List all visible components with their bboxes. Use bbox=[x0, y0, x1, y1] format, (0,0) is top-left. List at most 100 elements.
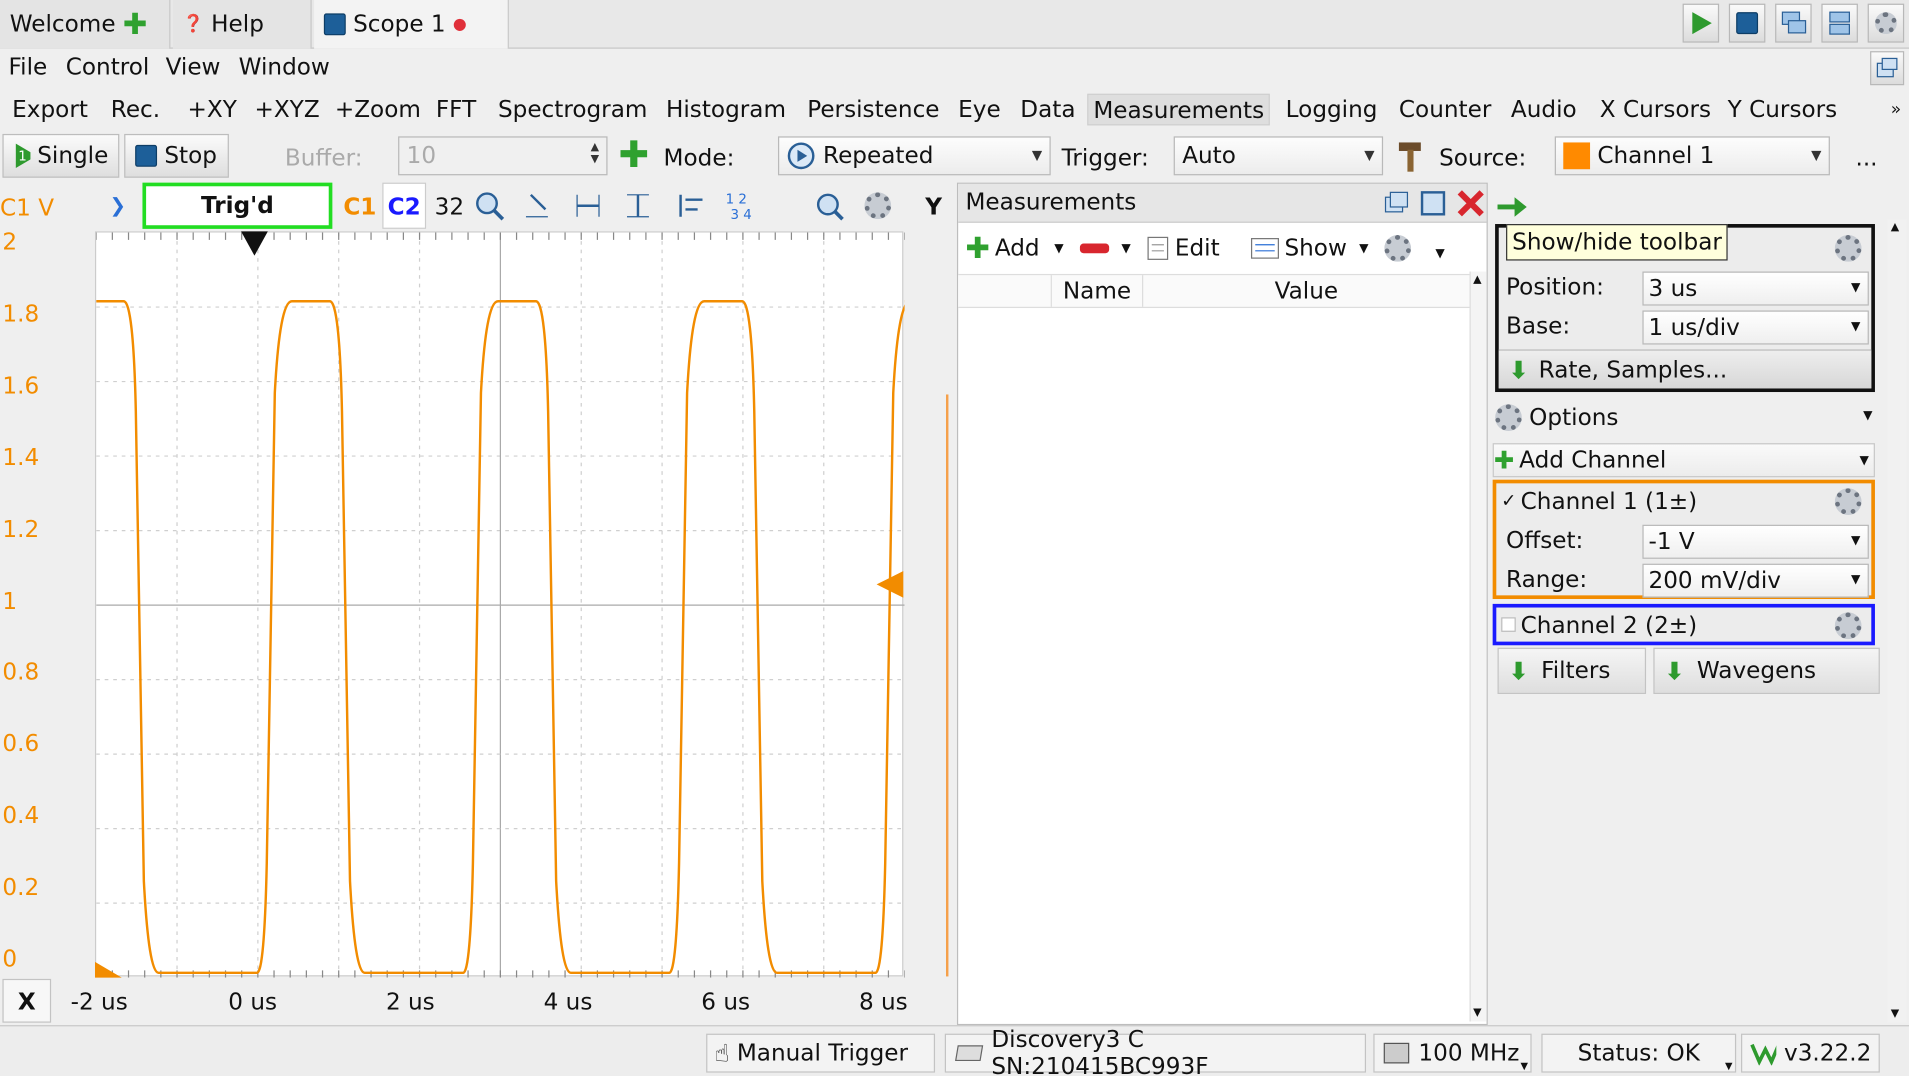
column-name[interactable]: Name bbox=[1050, 275, 1144, 307]
settings-scroll-down-icon[interactable]: ▼ bbox=[1891, 1008, 1899, 1020]
measurements-gear-icon[interactable] bbox=[1384, 234, 1412, 262]
inst-fft[interactable]: FFT bbox=[431, 94, 481, 126]
wavegens-button[interactable]: ⬇ Wavegens bbox=[1653, 647, 1880, 694]
inst-xy[interactable]: +XY bbox=[183, 94, 242, 126]
inst-zoom[interactable]: +Zoom bbox=[330, 94, 426, 126]
inst-x-cursors[interactable]: X Cursors bbox=[1595, 94, 1716, 126]
offset-field[interactable]: -1 V ▼ bbox=[1642, 524, 1869, 559]
tab-welcome[interactable]: Welcome ✚ bbox=[0, 0, 171, 49]
inst-xyz[interactable]: +XYZ bbox=[250, 94, 325, 126]
trigger-position-marker[interactable] bbox=[239, 229, 271, 258]
cascade-windows-icon[interactable] bbox=[1775, 3, 1812, 43]
scope-plot[interactable] bbox=[94, 231, 911, 978]
base-field[interactable]: 1 us/div ▼ bbox=[1642, 310, 1869, 345]
channel1-checkbox[interactable]: ✓ bbox=[1501, 489, 1516, 511]
tab-help[interactable]: ❓ Help bbox=[172, 0, 312, 49]
inst-y-cursors[interactable]: Y Cursors bbox=[1723, 94, 1842, 126]
settings-scroll-up-icon[interactable]: ▲ bbox=[1891, 222, 1899, 234]
base-value: 1 us/div bbox=[1648, 314, 1740, 341]
version-info[interactable]: v3.22.2 bbox=[1741, 1033, 1880, 1073]
inst-audio[interactable]: Audio bbox=[1506, 94, 1582, 126]
offset-value: -1 V bbox=[1648, 528, 1695, 556]
add-tab-icon[interactable]: ✚ bbox=[123, 10, 147, 39]
expand-arrow-icon[interactable]: ❯ bbox=[110, 194, 126, 217]
show-hide-toolbar-icon[interactable] bbox=[1493, 192, 1530, 221]
menu-view[interactable]: View bbox=[166, 54, 221, 81]
remove-measurement-button[interactable]: ▼ bbox=[1079, 230, 1131, 267]
c1-toggle[interactable]: C1 bbox=[343, 194, 376, 221]
channel1-offset-marker[interactable] bbox=[94, 961, 124, 979]
run-icon[interactable] bbox=[1682, 3, 1720, 43]
column-value[interactable]: Value bbox=[1143, 275, 1469, 307]
maximize-icon[interactable] bbox=[1418, 189, 1447, 218]
more-options[interactable]: ... bbox=[1855, 145, 1877, 172]
device-info[interactable]: Discovery3 C SN:210415BC993F bbox=[944, 1026, 1367, 1076]
options-section[interactable]: Options ▼ bbox=[1495, 399, 1877, 436]
add-channel-button[interactable]: ✚ Add Channel ▼ bbox=[1492, 443, 1875, 478]
inst-measurements[interactable]: Measurements bbox=[1087, 93, 1271, 126]
trigger-level-marker[interactable] bbox=[874, 569, 904, 601]
settings-scrollbar[interactable]: ▲ ▼ bbox=[1887, 219, 1907, 1023]
settings-gear-icon[interactable] bbox=[1867, 3, 1905, 43]
tile-windows-icon[interactable] bbox=[1821, 3, 1858, 43]
channel2-gear-icon[interactable] bbox=[1834, 612, 1862, 640]
inst-spectrogram[interactable]: Spectrogram bbox=[493, 94, 652, 126]
zoom-magnifier-icon[interactable] bbox=[474, 190, 506, 222]
range-field[interactable]: 200 mV/div ▼ bbox=[1642, 563, 1869, 598]
inst-counter[interactable]: Counter bbox=[1394, 94, 1496, 126]
inst-eye[interactable]: Eye bbox=[953, 94, 1005, 126]
zoom-fit-icon[interactable] bbox=[813, 190, 845, 222]
restore-window-icon[interactable] bbox=[1870, 51, 1905, 86]
menu-control[interactable]: Control bbox=[66, 54, 150, 81]
inst-data[interactable]: Data bbox=[1015, 94, 1080, 126]
vertical-span-icon[interactable] bbox=[622, 190, 654, 222]
base-dropdown-icon: ▼ bbox=[1850, 320, 1861, 334]
timebase-gear-icon[interactable] bbox=[1834, 234, 1862, 262]
channel-grid-icon[interactable]: 1 23 4 bbox=[723, 190, 760, 222]
inst-persistence[interactable]: Persistence bbox=[802, 94, 944, 126]
hammer-icon[interactable] bbox=[1395, 139, 1424, 173]
channel2-checkbox[interactable] bbox=[1501, 617, 1516, 632]
inst-rec[interactable]: Rec. bbox=[106, 94, 165, 126]
inst-histogram[interactable]: Histogram bbox=[661, 94, 791, 126]
c2-toggle[interactable]: C2 bbox=[382, 182, 427, 229]
channel1-color-swatch bbox=[1563, 142, 1591, 170]
mode-select[interactable]: Repeated ▼ bbox=[777, 136, 1051, 176]
channel1-gear-icon[interactable] bbox=[1834, 488, 1862, 516]
edit-measurement-button[interactable]: Edit bbox=[1146, 230, 1220, 267]
close-panel-icon[interactable] bbox=[1455, 187, 1487, 219]
menu-window[interactable]: Window bbox=[239, 54, 330, 81]
float-window-icon[interactable] bbox=[1382, 189, 1411, 218]
align-left-icon[interactable] bbox=[676, 190, 708, 222]
scroll-down-icon[interactable]: ▼ bbox=[1473, 1007, 1481, 1019]
horizontal-span-icon[interactable] bbox=[572, 190, 604, 222]
gear-dropdown-icon[interactable]: ▼ bbox=[1435, 247, 1444, 260]
add-measurement-button[interactable]: ✚ Add ▼ bbox=[965, 230, 1063, 267]
measurements-scrollbar[interactable]: ▲ ▼ bbox=[1469, 271, 1487, 1022]
x-axis-button[interactable]: X bbox=[2, 978, 52, 1023]
position-field[interactable]: 3 us ▼ bbox=[1642, 271, 1869, 306]
menu-file[interactable]: File bbox=[9, 54, 48, 81]
rate-samples-button[interactable]: ⬇ Rate, Samples... bbox=[1498, 349, 1872, 389]
single-button[interactable]: 1 Single bbox=[2, 133, 120, 178]
filters-button[interactable]: ⬇ Filters bbox=[1497, 647, 1647, 694]
tab-scope[interactable]: Scope 1 ● bbox=[314, 0, 509, 49]
frequency-info[interactable]: 100 MHz ▼ bbox=[1373, 1033, 1532, 1073]
status-ok[interactable]: Status: OK ▼ bbox=[1541, 1033, 1737, 1073]
source-label: Source: bbox=[1439, 144, 1527, 172]
show-measurement-button[interactable]: Show ▼ bbox=[1250, 230, 1368, 267]
cursor-select-icon[interactable] bbox=[521, 190, 553, 222]
y-axis-button[interactable]: Y bbox=[925, 194, 942, 221]
manual-trigger-button[interactable]: ☝ Manual Trigger bbox=[706, 1033, 936, 1073]
overflow-chevron-icon[interactable]: » bbox=[1886, 94, 1906, 126]
trigger-select[interactable]: Auto ▼ bbox=[1173, 136, 1384, 176]
close-tab-icon[interactable]: ● bbox=[453, 15, 467, 33]
stop-button[interactable]: Stop bbox=[124, 133, 229, 178]
source-select[interactable]: Channel 1 ▼ bbox=[1554, 136, 1830, 176]
inst-logging[interactable]: Logging bbox=[1281, 94, 1383, 126]
stop-icon[interactable] bbox=[1728, 3, 1766, 43]
plot-settings-gear-icon[interactable] bbox=[864, 192, 892, 220]
add-icon[interactable]: ✚ bbox=[618, 137, 649, 175]
scroll-up-icon[interactable]: ▲ bbox=[1473, 274, 1481, 286]
inst-export[interactable]: Export bbox=[7, 94, 92, 126]
